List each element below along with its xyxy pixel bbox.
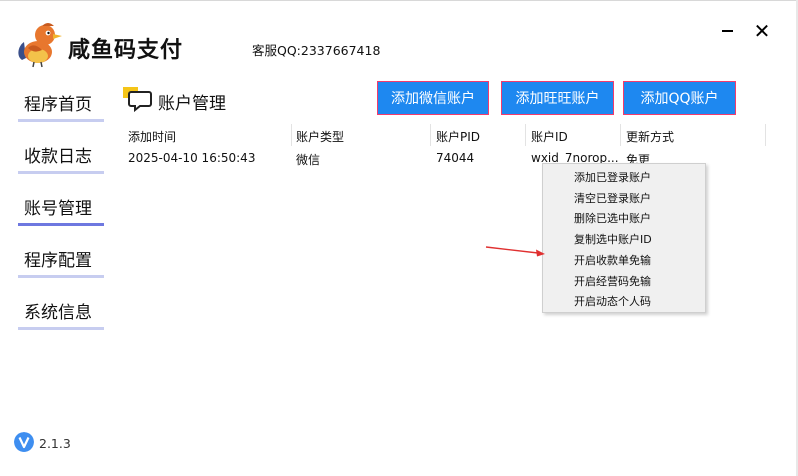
column-divider bbox=[525, 124, 526, 146]
sidebar-item-underline bbox=[18, 171, 104, 174]
section-title: 账户管理 bbox=[158, 94, 226, 114]
menu-item-add-logged-in-account[interactable]: 添加已登录账户 bbox=[543, 166, 705, 186]
menu-item-label: 删除已选中账户 bbox=[574, 212, 651, 225]
menu-item-label: 复制选中账户ID bbox=[574, 233, 652, 246]
column-divider bbox=[291, 124, 292, 146]
red-arrow-icon bbox=[485, 246, 545, 257]
cell-account-pid: 74044 bbox=[436, 151, 475, 165]
sidebar-item-underline bbox=[18, 327, 104, 330]
app-window: 咸鱼码支付 客服QQ:2337667418 ✕ 程序首页 收款日志 账号管理 程… bbox=[0, 0, 798, 476]
menu-item-label: 开启经营码免输 bbox=[574, 275, 651, 288]
menu-item-copy-account-id[interactable]: 复制选中账户ID bbox=[543, 228, 705, 248]
menu-item-delete-selected-account[interactable]: 删除已选中账户 bbox=[543, 207, 705, 227]
minimize-icon bbox=[722, 30, 733, 32]
add-wangwang-account-button[interactable]: 添加旺旺账户 bbox=[501, 81, 614, 115]
sidebar-item-system-info[interactable]: 系统信息 bbox=[18, 290, 104, 330]
column-header-update-mode[interactable]: 更新方式 bbox=[626, 128, 736, 145]
sidebar-item-label: 收款日志 bbox=[24, 147, 92, 167]
column-divider bbox=[765, 124, 766, 146]
sidebar-item-label: 账号管理 bbox=[24, 199, 92, 219]
add-qq-account-button[interactable]: 添加QQ账户 bbox=[623, 81, 736, 115]
app-title: 咸鱼码支付 bbox=[68, 38, 184, 63]
sidebar-item-label: 程序首页 bbox=[24, 95, 92, 115]
menu-item-clear-logged-in-accounts[interactable]: 清空已登录账户 bbox=[543, 187, 705, 207]
version-label: 2.1.3 bbox=[39, 436, 71, 451]
menu-item-label: 开启收款单免输 bbox=[574, 254, 651, 267]
sidebar-item-label: 系统信息 bbox=[24, 303, 92, 323]
sidebar-item-label: 程序配置 bbox=[24, 251, 92, 271]
sidebar-item-payment-log[interactable]: 收款日志 bbox=[18, 134, 104, 174]
v-badge-icon bbox=[14, 432, 34, 452]
close-button[interactable]: ✕ bbox=[751, 19, 773, 43]
minimize-button[interactable] bbox=[716, 20, 740, 42]
cell-account-type: 微信 bbox=[296, 153, 321, 167]
bird-logo-icon bbox=[18, 23, 62, 68]
sidebar-item-underline bbox=[18, 223, 104, 226]
sidebar-item-account-management[interactable]: 账号管理 bbox=[18, 186, 104, 226]
column-header-account-id[interactable]: 账户ID bbox=[531, 128, 617, 145]
cell-added-time: 2025-04-10 16:50:43 bbox=[128, 151, 256, 165]
menu-item-label: 开启动态个人码 bbox=[574, 295, 651, 308]
menu-item-enable-receipt-no-input[interactable]: 开启收款单免输 bbox=[543, 249, 705, 269]
sidebar-item-home[interactable]: 程序首页 bbox=[18, 82, 104, 122]
sidebar-item-settings[interactable]: 程序配置 bbox=[18, 238, 104, 278]
window-top-border bbox=[0, 0, 798, 1]
add-wechat-account-button[interactable]: 添加微信账户 bbox=[377, 81, 489, 115]
column-header-added-time[interactable]: 添加时间 bbox=[128, 128, 288, 145]
column-divider bbox=[620, 124, 621, 146]
column-divider bbox=[430, 124, 431, 146]
menu-item-label: 添加已登录账户 bbox=[574, 171, 651, 184]
sidebar-item-underline bbox=[18, 275, 104, 278]
menu-item-enable-business-code-no-input[interactable]: 开启经营码免输 bbox=[543, 270, 705, 290]
chat-bubble-icon bbox=[123, 87, 152, 112]
sidebar-item-underline bbox=[18, 119, 104, 122]
column-header-account-pid[interactable]: 账户PID bbox=[436, 128, 522, 145]
column-header-account-type[interactable]: 账户类型 bbox=[296, 128, 426, 145]
support-contact: 客服QQ:2337667418 bbox=[252, 43, 381, 58]
menu-item-enable-dynamic-personal-code[interactable]: 开启动态个人码 bbox=[543, 290, 705, 310]
context-menu: 添加已登录账户 清空已登录账户 删除已选中账户 复制选中账户ID 开启收款单免输… bbox=[542, 163, 706, 313]
menu-item-label: 清空已登录账户 bbox=[574, 192, 651, 205]
